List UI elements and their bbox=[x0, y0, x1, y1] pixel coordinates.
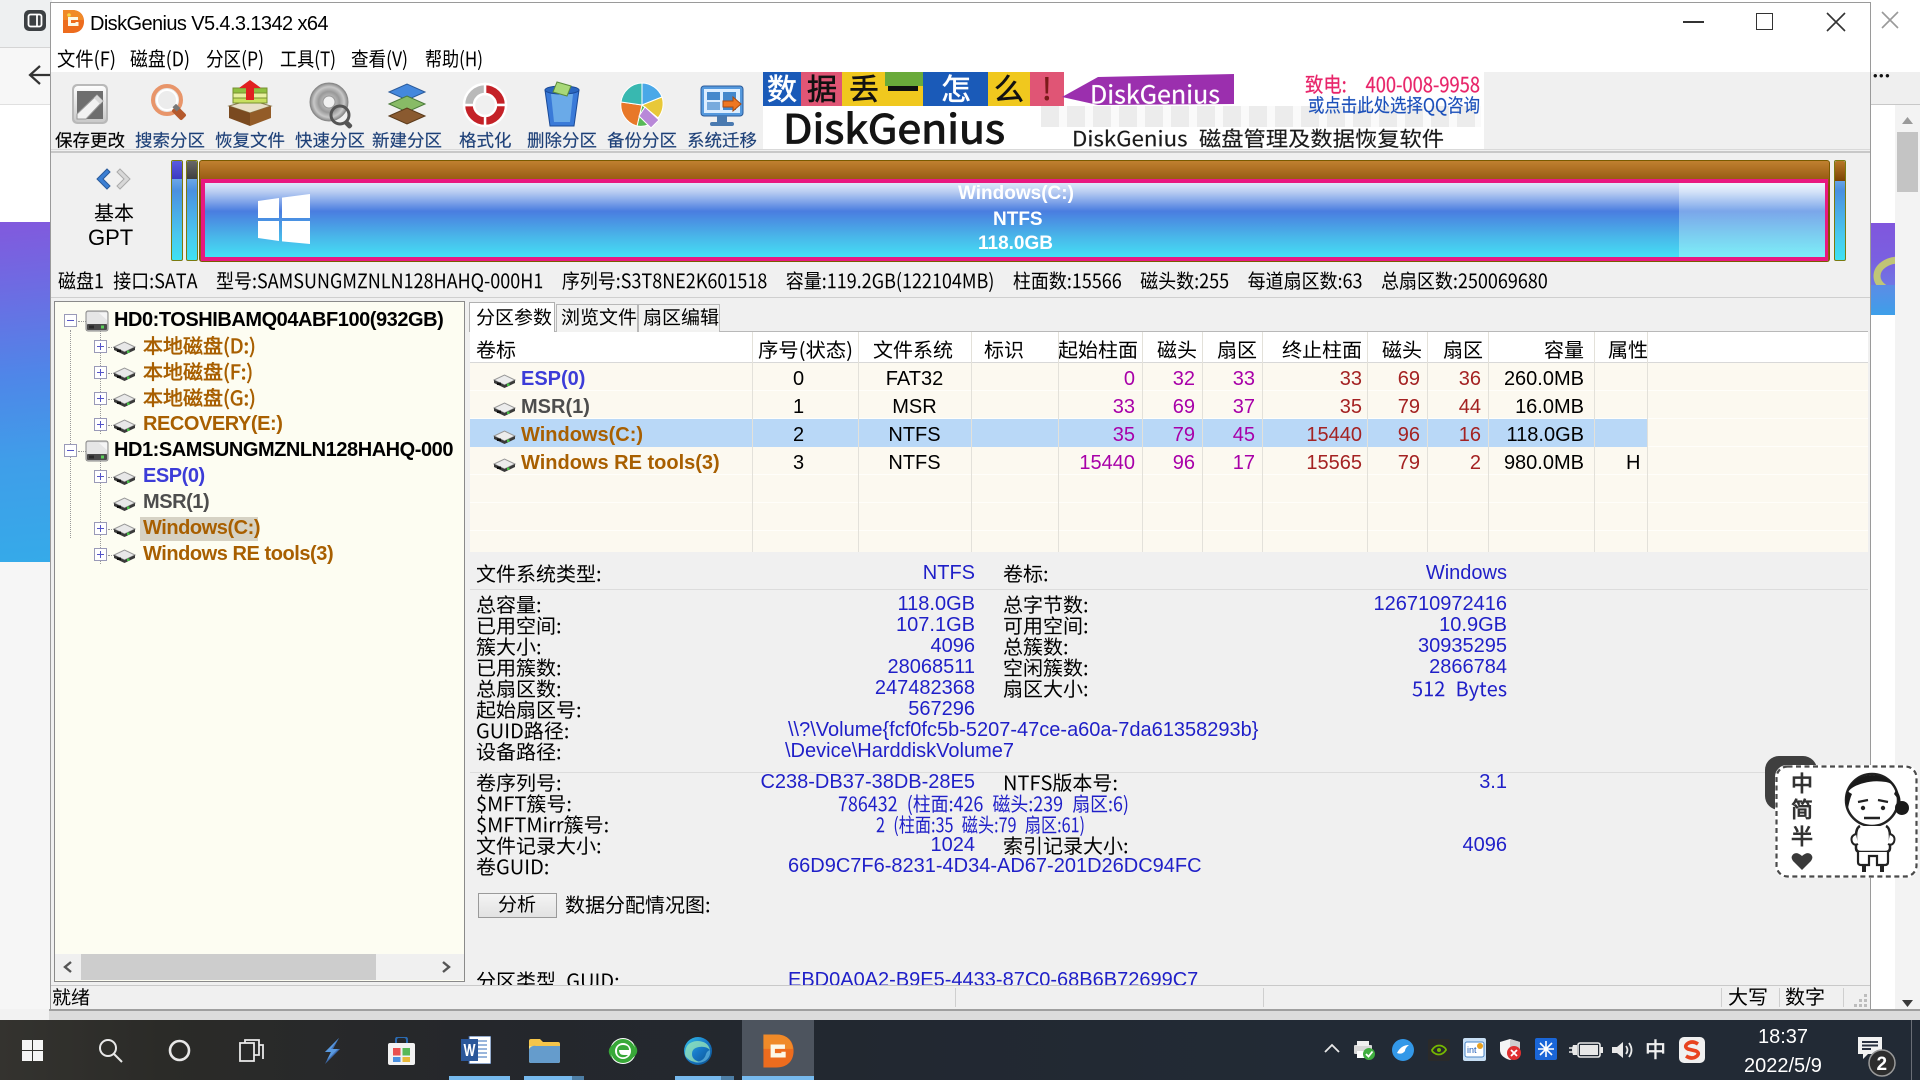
svg-text:int: int bbox=[1467, 1045, 1477, 1055]
svg-text:2: 2 bbox=[1877, 1054, 1888, 1075]
